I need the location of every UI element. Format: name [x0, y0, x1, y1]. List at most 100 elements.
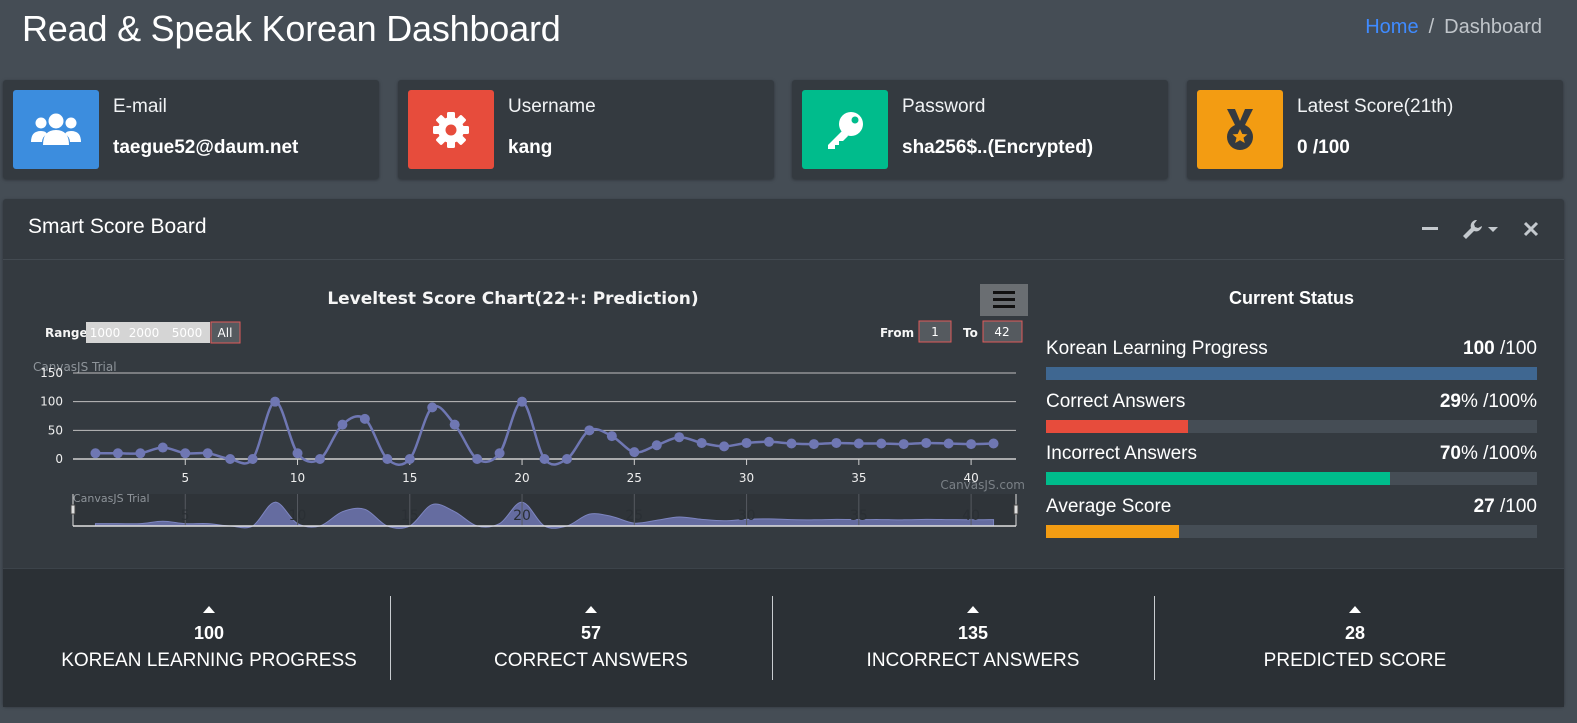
divider [1154, 596, 1155, 680]
data-point [292, 448, 303, 459]
progress-track [1046, 420, 1537, 433]
data-point [427, 402, 438, 413]
data-point [337, 419, 348, 430]
from-input[interactable]: 1 [918, 320, 952, 343]
progress-bar-fill [1046, 420, 1189, 433]
data-point [449, 419, 460, 430]
range-button-all-label: All [218, 326, 233, 340]
smart-score-board-card: Smart Score Board Leveltest Score Chart(… [3, 199, 1564, 707]
x-tick-label: 35 [851, 471, 866, 485]
navigator-tick-label: 20 [513, 508, 531, 524]
info-box-username: Username kang [398, 80, 774, 179]
progress-label: Korean Learning Progress [1046, 338, 1268, 359]
minus-icon[interactable] [1421, 219, 1439, 242]
data-point [674, 432, 685, 443]
range-button-2000[interactable]: 2000 [124, 322, 165, 343]
data-point [135, 448, 146, 459]
progress-value-text: 70% /100% [1440, 443, 1537, 467]
data-point [157, 442, 168, 453]
progress-suffix: % /100% [1460, 443, 1537, 464]
progress-track [1046, 525, 1537, 538]
progress-korean-learning: Korean Learning Progress 100 /100 [1046, 338, 1537, 380]
from-label: From [880, 326, 914, 340]
data-point [831, 437, 842, 448]
progress-suffix: /100 [1494, 338, 1537, 359]
y-tick-label: 50 [48, 423, 63, 437]
latest-score-value: 0 /100 [1297, 137, 1350, 158]
password-label: Password [902, 96, 986, 117]
x-tick-label: 15 [402, 471, 417, 485]
data-point [719, 441, 730, 452]
data-point [180, 448, 191, 459]
divider [772, 596, 773, 680]
x-tick-label: 30 [739, 471, 754, 485]
caret-up-icon [1349, 606, 1361, 613]
breadcrumb-home-link[interactable]: Home [1365, 16, 1418, 38]
key-icon [802, 90, 888, 169]
email-label: E-mail [113, 96, 167, 117]
data-point [382, 454, 393, 464]
caret-up-icon [967, 606, 979, 613]
y-tick-label: 150 [40, 366, 63, 380]
navigator-tick-label: 10 [289, 508, 307, 524]
data-point [314, 454, 325, 464]
progress-track [1046, 472, 1537, 485]
hamburger-menu-icon[interactable] [980, 284, 1028, 316]
from-value: 1 [931, 325, 939, 339]
divider [390, 596, 391, 680]
x-tick-label: 20 [514, 471, 529, 485]
to-input[interactable]: 42 [982, 320, 1023, 343]
progress-bar-fill [1046, 525, 1179, 538]
progress-average-score: Average Score 27 /100 [1046, 496, 1537, 538]
info-box-latest-score: Latest Score(21th) 0 /100 [1187, 80, 1563, 179]
data-point [606, 431, 617, 442]
stat-label: INCORRECT ANSWERS [866, 650, 1080, 671]
progress-label: Incorrect Answers [1046, 443, 1197, 464]
score-chart: Leveltest Score Chart(22+: Prediction) R… [28, 283, 1028, 531]
footer-stats: 100 KOREAN LEARNING PROGRESS 57 CORRECT … [3, 568, 1564, 707]
range-button-1000[interactable]: 1000 [86, 322, 124, 343]
navigator[interactable]: CanvasJS Trial 5 10 15 20 25 30 35 40 [70, 492, 1019, 529]
stat-value: 28 [1344, 623, 1366, 643]
data-point [629, 447, 640, 458]
navigator-watermark: CanvasJS Trial [73, 492, 150, 505]
range-button-5000-label: 5000 [172, 326, 203, 340]
range-button-1000-label: 1000 [90, 326, 121, 340]
range-button-all[interactable]: All [210, 321, 241, 344]
data-point [741, 437, 752, 448]
password-value: sha256$..(Encrypted) [902, 137, 1094, 158]
range-button-2000-label: 2000 [129, 326, 160, 340]
data-point [651, 440, 662, 451]
navigator-right-handle[interactable] [1013, 504, 1019, 515]
page-title: Read & Speak Korean Dashboard [22, 8, 561, 49]
x-tick-label: 5 [181, 471, 189, 485]
caret-up-icon [585, 606, 597, 613]
stat-value: 57 [580, 623, 602, 643]
to-label: To [963, 326, 978, 340]
progress-track [1046, 367, 1537, 380]
data-point [988, 438, 999, 449]
range-button-5000[interactable]: 5000 [165, 322, 210, 343]
close-icon[interactable] [1523, 221, 1539, 242]
main-plot: 0 50 100 150 5 10 15 20 25 30 35 40 [40, 366, 1016, 485]
data-point [247, 454, 258, 464]
breadcrumb-current: Dashboard [1444, 16, 1542, 38]
card-title: Smart Score Board [28, 215, 207, 238]
latest-score-label: Latest Score(21th) [1297, 96, 1454, 117]
progress-bar-fill [1046, 367, 1537, 380]
progress-value-text: 27 /100 [1474, 496, 1537, 520]
data-point [472, 454, 483, 464]
wrench-icon[interactable] [1462, 218, 1502, 245]
stat-label: CORRECT ANSWERS [494, 650, 688, 671]
navigator-left-handle[interactable] [70, 504, 76, 515]
progress-value-text: 100 /100 [1463, 338, 1537, 362]
breadcrumb-separator: / [1428, 16, 1435, 38]
data-point [764, 436, 775, 447]
username-value: kang [508, 137, 553, 158]
data-point [517, 396, 528, 407]
username-label: Username [508, 96, 596, 117]
stat-correct-answers: 57 CORRECT ANSWERS [400, 594, 782, 672]
stat-korean-learning-progress: 100 KOREAN LEARNING PROGRESS [18, 594, 400, 672]
stat-label: PREDICTED SCORE [1263, 650, 1447, 671]
gear-icon [408, 90, 494, 169]
